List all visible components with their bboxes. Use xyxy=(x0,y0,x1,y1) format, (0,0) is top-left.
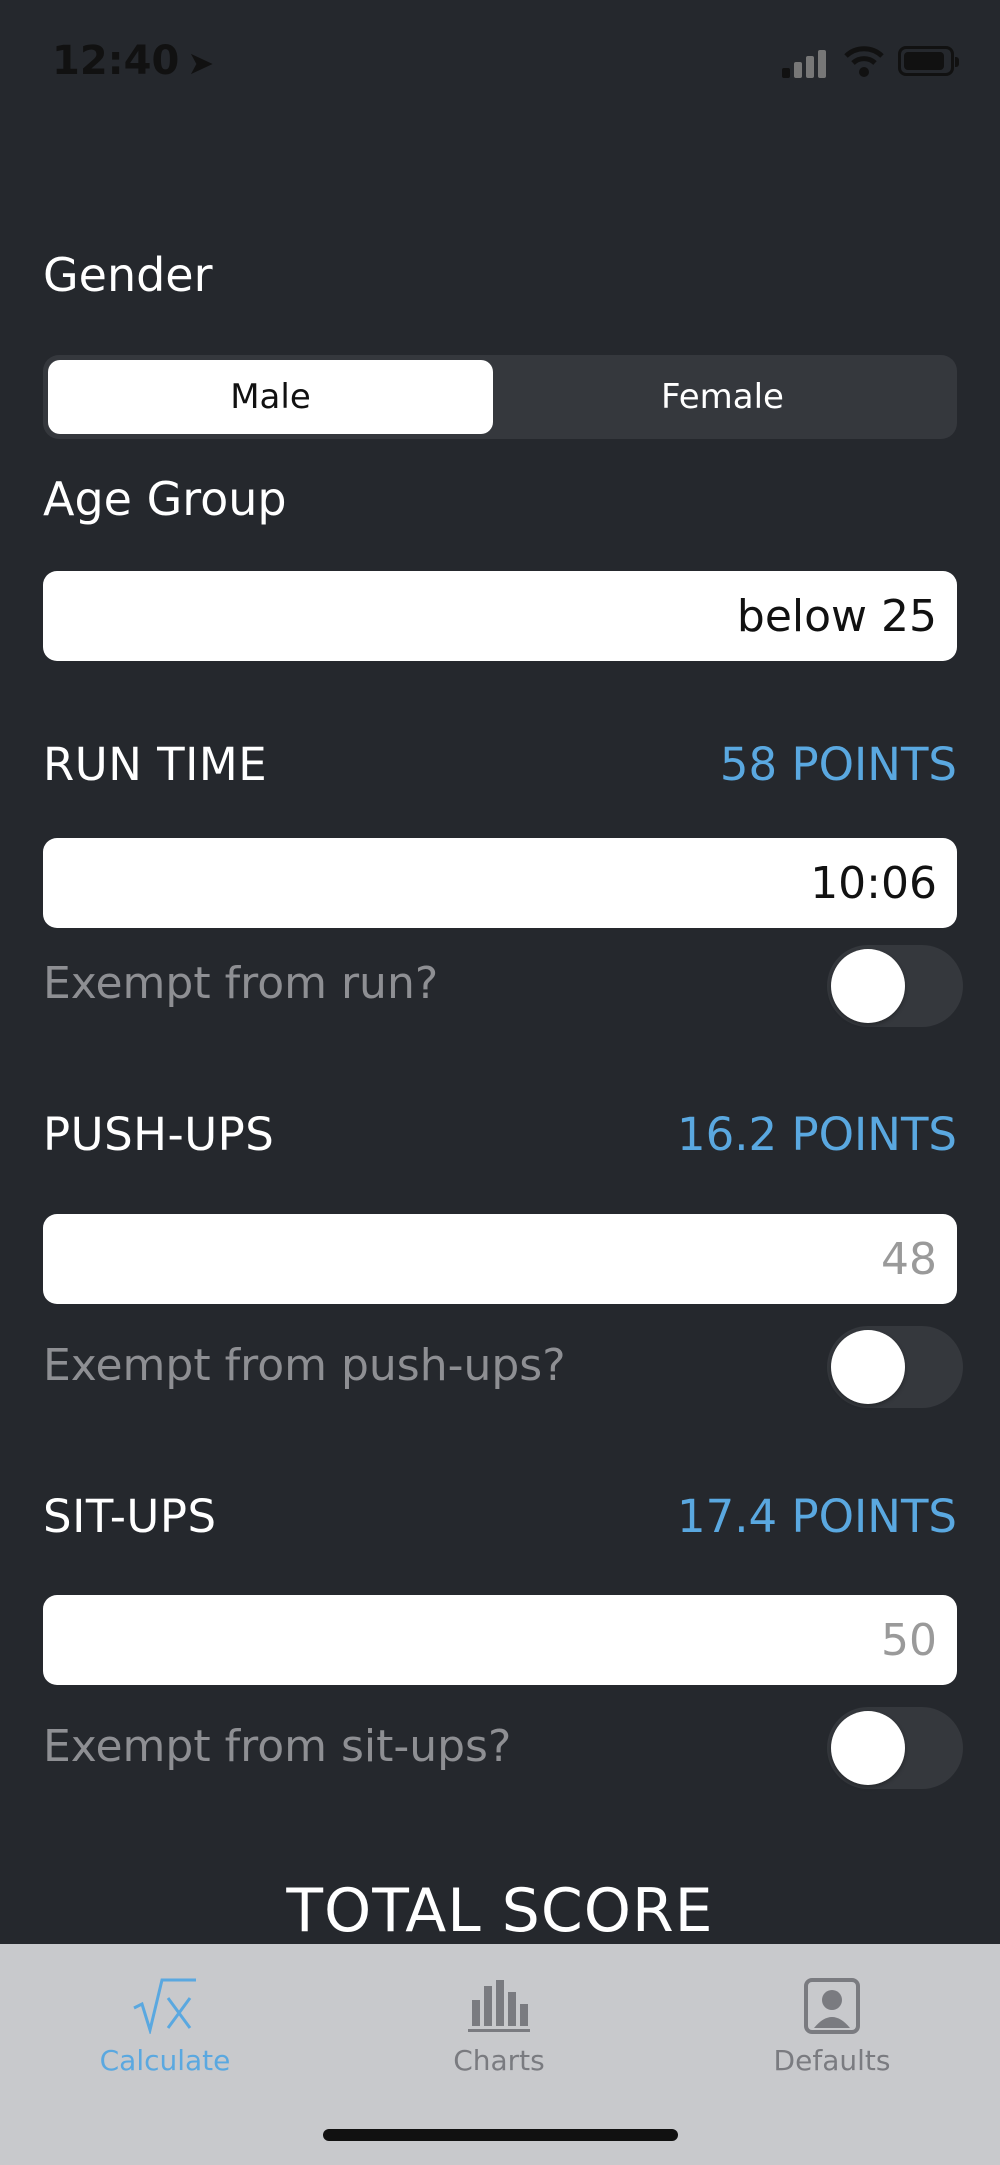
status-time: 12:40 ➤ xyxy=(52,38,214,84)
tab-calculate-label: Calculate xyxy=(99,2044,231,2077)
status-time-text: 12:40 xyxy=(52,38,180,84)
push-ups-title: PUSH-UPS xyxy=(43,1108,275,1161)
exempt-run-label: Exempt from run? xyxy=(43,958,439,1009)
home-indicator[interactable] xyxy=(323,2129,678,2141)
tab-charts-label: Charts xyxy=(453,2044,545,2077)
cellular-signal-icon xyxy=(782,48,834,78)
age-group-label: Age Group xyxy=(43,472,287,526)
wifi-icon xyxy=(844,46,884,77)
toggle-knob xyxy=(831,1711,905,1785)
run-time-points: 58 POINTS xyxy=(719,738,957,791)
gender-option-female[interactable]: Female xyxy=(493,360,952,434)
run-time-field[interactable]: 10:06 xyxy=(43,838,957,928)
square-root-icon xyxy=(55,1964,275,2034)
sit-ups-field[interactable]: 50 xyxy=(43,1595,957,1685)
exempt-run-toggle[interactable] xyxy=(827,945,963,1027)
toggle-knob xyxy=(831,1330,905,1404)
push-ups-field[interactable]: 48 xyxy=(43,1214,957,1304)
bar-chart-icon xyxy=(389,1964,609,2034)
sit-ups-points: 17.4 POINTS xyxy=(676,1490,957,1543)
gender-option-male[interactable]: Male xyxy=(48,360,493,434)
exempt-push-ups-toggle[interactable] xyxy=(827,1326,963,1408)
run-time-title: RUN TIME xyxy=(43,738,268,791)
tab-charts[interactable]: Charts xyxy=(389,1964,609,2077)
profile-icon xyxy=(722,1964,942,2034)
push-ups-points: 16.2 POINTS xyxy=(676,1108,957,1161)
exempt-sit-ups-toggle[interactable] xyxy=(827,1707,963,1789)
age-group-field[interactable]: below 25 xyxy=(43,571,957,661)
exempt-sit-ups-label: Exempt from sit-ups? xyxy=(43,1721,512,1772)
toggle-knob xyxy=(831,949,905,1023)
tab-defaults-label: Defaults xyxy=(773,2044,891,2077)
tab-defaults[interactable]: Defaults xyxy=(722,1964,942,2077)
total-score-heading: TOTAL SCORE xyxy=(286,1876,714,1946)
tab-calculate[interactable]: Calculate xyxy=(55,1964,275,2077)
sit-ups-title: SIT-UPS xyxy=(43,1490,217,1543)
battery-icon xyxy=(898,46,959,76)
gender-label: Gender xyxy=(43,248,213,302)
gender-segmented-control[interactable]: Male Female xyxy=(43,355,957,439)
exempt-push-ups-label: Exempt from push-ups? xyxy=(43,1340,566,1391)
location-arrow-icon: ➤ xyxy=(187,44,215,82)
